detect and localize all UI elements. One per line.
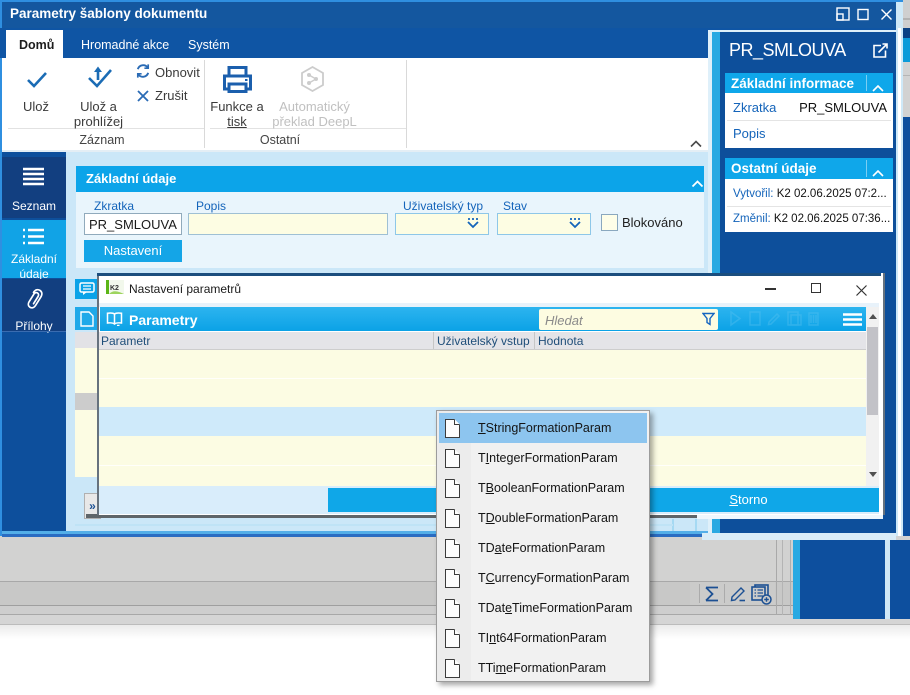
- svg-text:K2: K2: [110, 285, 119, 292]
